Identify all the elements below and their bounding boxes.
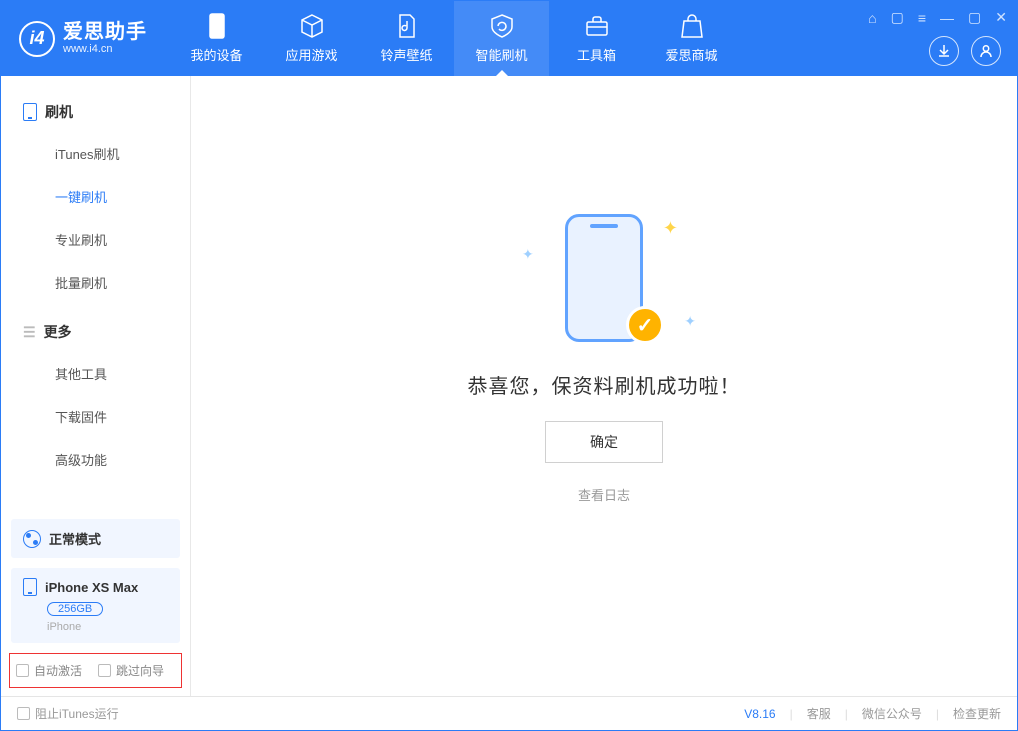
header-right-actions (929, 36, 1001, 66)
cube-icon (299, 13, 325, 39)
group-title: 刷机 (45, 102, 73, 122)
sidebar-item-batch-flash[interactable]: 批量刷机 (1, 261, 190, 304)
tab-label: 爱思商城 (665, 45, 717, 64)
version-label: V8.16 (744, 707, 775, 721)
group-title: 更多 (44, 322, 72, 342)
sidebar: 刷机 iTunes刷机 一键刷机 专业刷机 批量刷机 ☰ 更多 其他工具 下载固… (1, 76, 191, 696)
device-icon (204, 13, 230, 39)
tab-label: 应用游戏 (285, 45, 337, 64)
success-message: 恭喜您，保资料刷机成功啦！ (468, 370, 741, 399)
minimize-button[interactable]: — (940, 10, 954, 26)
header: i4 爱思助手 www.i4.cn 我的设备 应用游戏 铃声壁纸 智能刷机 工具… (1, 1, 1017, 76)
tab-store[interactable]: 爱思商城 (644, 1, 739, 76)
capacity-badge: 256GB (47, 602, 103, 616)
sidebar-item-pro-flash[interactable]: 专业刷机 (1, 218, 190, 261)
tab-ringtone-wallpaper[interactable]: 铃声壁纸 (359, 1, 454, 76)
shield-refresh-icon (489, 13, 515, 39)
maximize-button[interactable]: ▢ (968, 9, 981, 26)
view-log-link[interactable]: 查看日志 (578, 485, 630, 504)
shirt-icon[interactable]: ⌂ (868, 10, 876, 26)
tab-label: 铃声壁纸 (380, 45, 432, 64)
music-file-icon (394, 13, 420, 39)
sidebar-item-itunes-flash[interactable]: iTunes刷机 (1, 132, 190, 175)
bag-icon (679, 13, 705, 39)
device-type: iPhone (47, 621, 168, 633)
footer: 阻止iTunes运行 V8.16 | 客服 | 微信公众号 | 检查更新 (1, 696, 1017, 730)
tab-apps-games[interactable]: 应用游戏 (264, 1, 359, 76)
nav-tabs: 我的设备 应用游戏 铃声壁纸 智能刷机 工具箱 爱思商城 (169, 1, 739, 76)
sparkle-icon: ✦ (684, 313, 696, 330)
sidebar-item-download-firmware[interactable]: 下载固件 (1, 395, 190, 438)
sidebar-group-flash: 刷机 iTunes刷机 一键刷机 专业刷机 批量刷机 (1, 92, 190, 304)
device-mode-box[interactable]: 正常模式 (11, 519, 180, 558)
tab-label: 智能刷机 (475, 45, 527, 64)
app-title: 爱思助手 (63, 21, 147, 43)
logo-icon: i4 (19, 21, 55, 57)
phone-icon (23, 103, 37, 121)
download-button[interactable] (929, 36, 959, 66)
sparkle-icon: ✦ (663, 218, 678, 239)
close-button[interactable]: ✕ (995, 9, 1007, 26)
tab-smart-flash[interactable]: 智能刷机 (454, 1, 549, 76)
footer-link-support[interactable]: 客服 (807, 705, 831, 722)
sparkle-icon: ✦ (522, 246, 534, 263)
sidebar-item-onekey-flash[interactable]: 一键刷机 (1, 175, 190, 218)
body: 刷机 iTunes刷机 一键刷机 专业刷机 批量刷机 ☰ 更多 其他工具 下载固… (1, 76, 1017, 696)
user-button[interactable] (971, 36, 1001, 66)
phone-icon (23, 578, 37, 596)
flash-options-highlight: 自动激活 跳过向导 (9, 653, 182, 688)
sidebar-group-more: ☰ 更多 其他工具 下载固件 高级功能 (1, 312, 190, 481)
device-info-box[interactable]: iPhone XS Max 256GB iPhone (11, 568, 180, 643)
list-icon: ☰ (23, 325, 36, 339)
window-controls: ⌂ ▢ ≡ — ▢ ✕ (868, 9, 1007, 26)
checkbox-block-itunes[interactable]: 阻止iTunes运行 (17, 705, 119, 722)
toolbox-icon (584, 13, 610, 39)
sidebar-item-advanced[interactable]: 高级功能 (1, 438, 190, 481)
app-subtitle: www.i4.cn (63, 43, 147, 55)
tab-toolbox[interactable]: 工具箱 (549, 1, 644, 76)
checkbox-auto-activate[interactable]: 自动激活 (16, 662, 82, 679)
tab-label: 我的设备 (190, 45, 242, 64)
mode-label: 正常模式 (49, 529, 101, 548)
success-illustration: ✦ ✦ ✦ ✓ (514, 208, 694, 348)
mode-icon (23, 530, 41, 548)
menu-icon[interactable]: ≡ (918, 10, 926, 26)
checkmark-badge-icon: ✓ (626, 306, 664, 344)
tab-my-device[interactable]: 我的设备 (169, 1, 264, 76)
device-name: iPhone XS Max (45, 580, 138, 595)
confirm-button[interactable]: 确定 (545, 421, 663, 463)
logo[interactable]: i4 爱思助手 www.i4.cn (1, 1, 169, 76)
sidebar-item-other-tools[interactable]: 其他工具 (1, 352, 190, 395)
main-content: ✦ ✦ ✦ ✓ 恭喜您，保资料刷机成功啦！ 确定 查看日志 (191, 76, 1017, 696)
grid-icon[interactable]: ▢ (891, 9, 904, 26)
tab-label: 工具箱 (577, 45, 616, 64)
footer-link-check-update[interactable]: 检查更新 (953, 705, 1001, 722)
footer-link-wechat[interactable]: 微信公众号 (862, 705, 922, 722)
checkbox-skip-guide[interactable]: 跳过向导 (98, 662, 164, 679)
